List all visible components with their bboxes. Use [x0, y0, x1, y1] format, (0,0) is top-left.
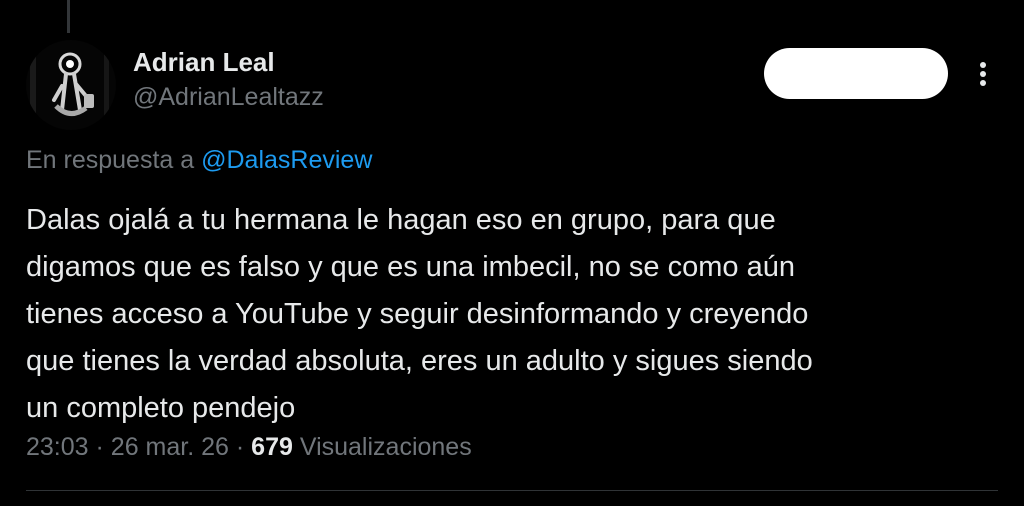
- reply-context: En respuesta a @DalasReview: [26, 146, 372, 175]
- tweet-text: Dalas ojalá a tu hermana le hagan eso en…: [26, 204, 813, 424]
- tweet-meta: 23:03 · 26 mar. 26 · 679 Visualizaciones: [26, 433, 472, 462]
- reply-mention-link[interactable]: @DalasReview: [201, 146, 372, 174]
- avatar[interactable]: [26, 40, 116, 130]
- meta-separator: ·: [235, 433, 245, 461]
- meta-separator: ·: [95, 433, 104, 461]
- thread-connector-line: [67, 0, 70, 33]
- reply-prefix: En respuesta a: [26, 146, 195, 174]
- tweet-date[interactable]: 26 mar. 26: [111, 433, 229, 461]
- avatar-photo: [26, 40, 116, 130]
- views-count: 679: [251, 433, 293, 461]
- more-options-button[interactable]: [968, 56, 998, 92]
- views-label: Visualizaciones: [299, 433, 472, 461]
- author-handle[interactable]: @AdrianLealtazz: [133, 83, 324, 112]
- tweet-time[interactable]: 23:03: [26, 433, 89, 461]
- author-name[interactable]: Adrian Leal: [133, 47, 275, 78]
- divider: [26, 490, 998, 491]
- follow-button[interactable]: [764, 48, 948, 99]
- more-vertical-icon: [980, 62, 986, 86]
